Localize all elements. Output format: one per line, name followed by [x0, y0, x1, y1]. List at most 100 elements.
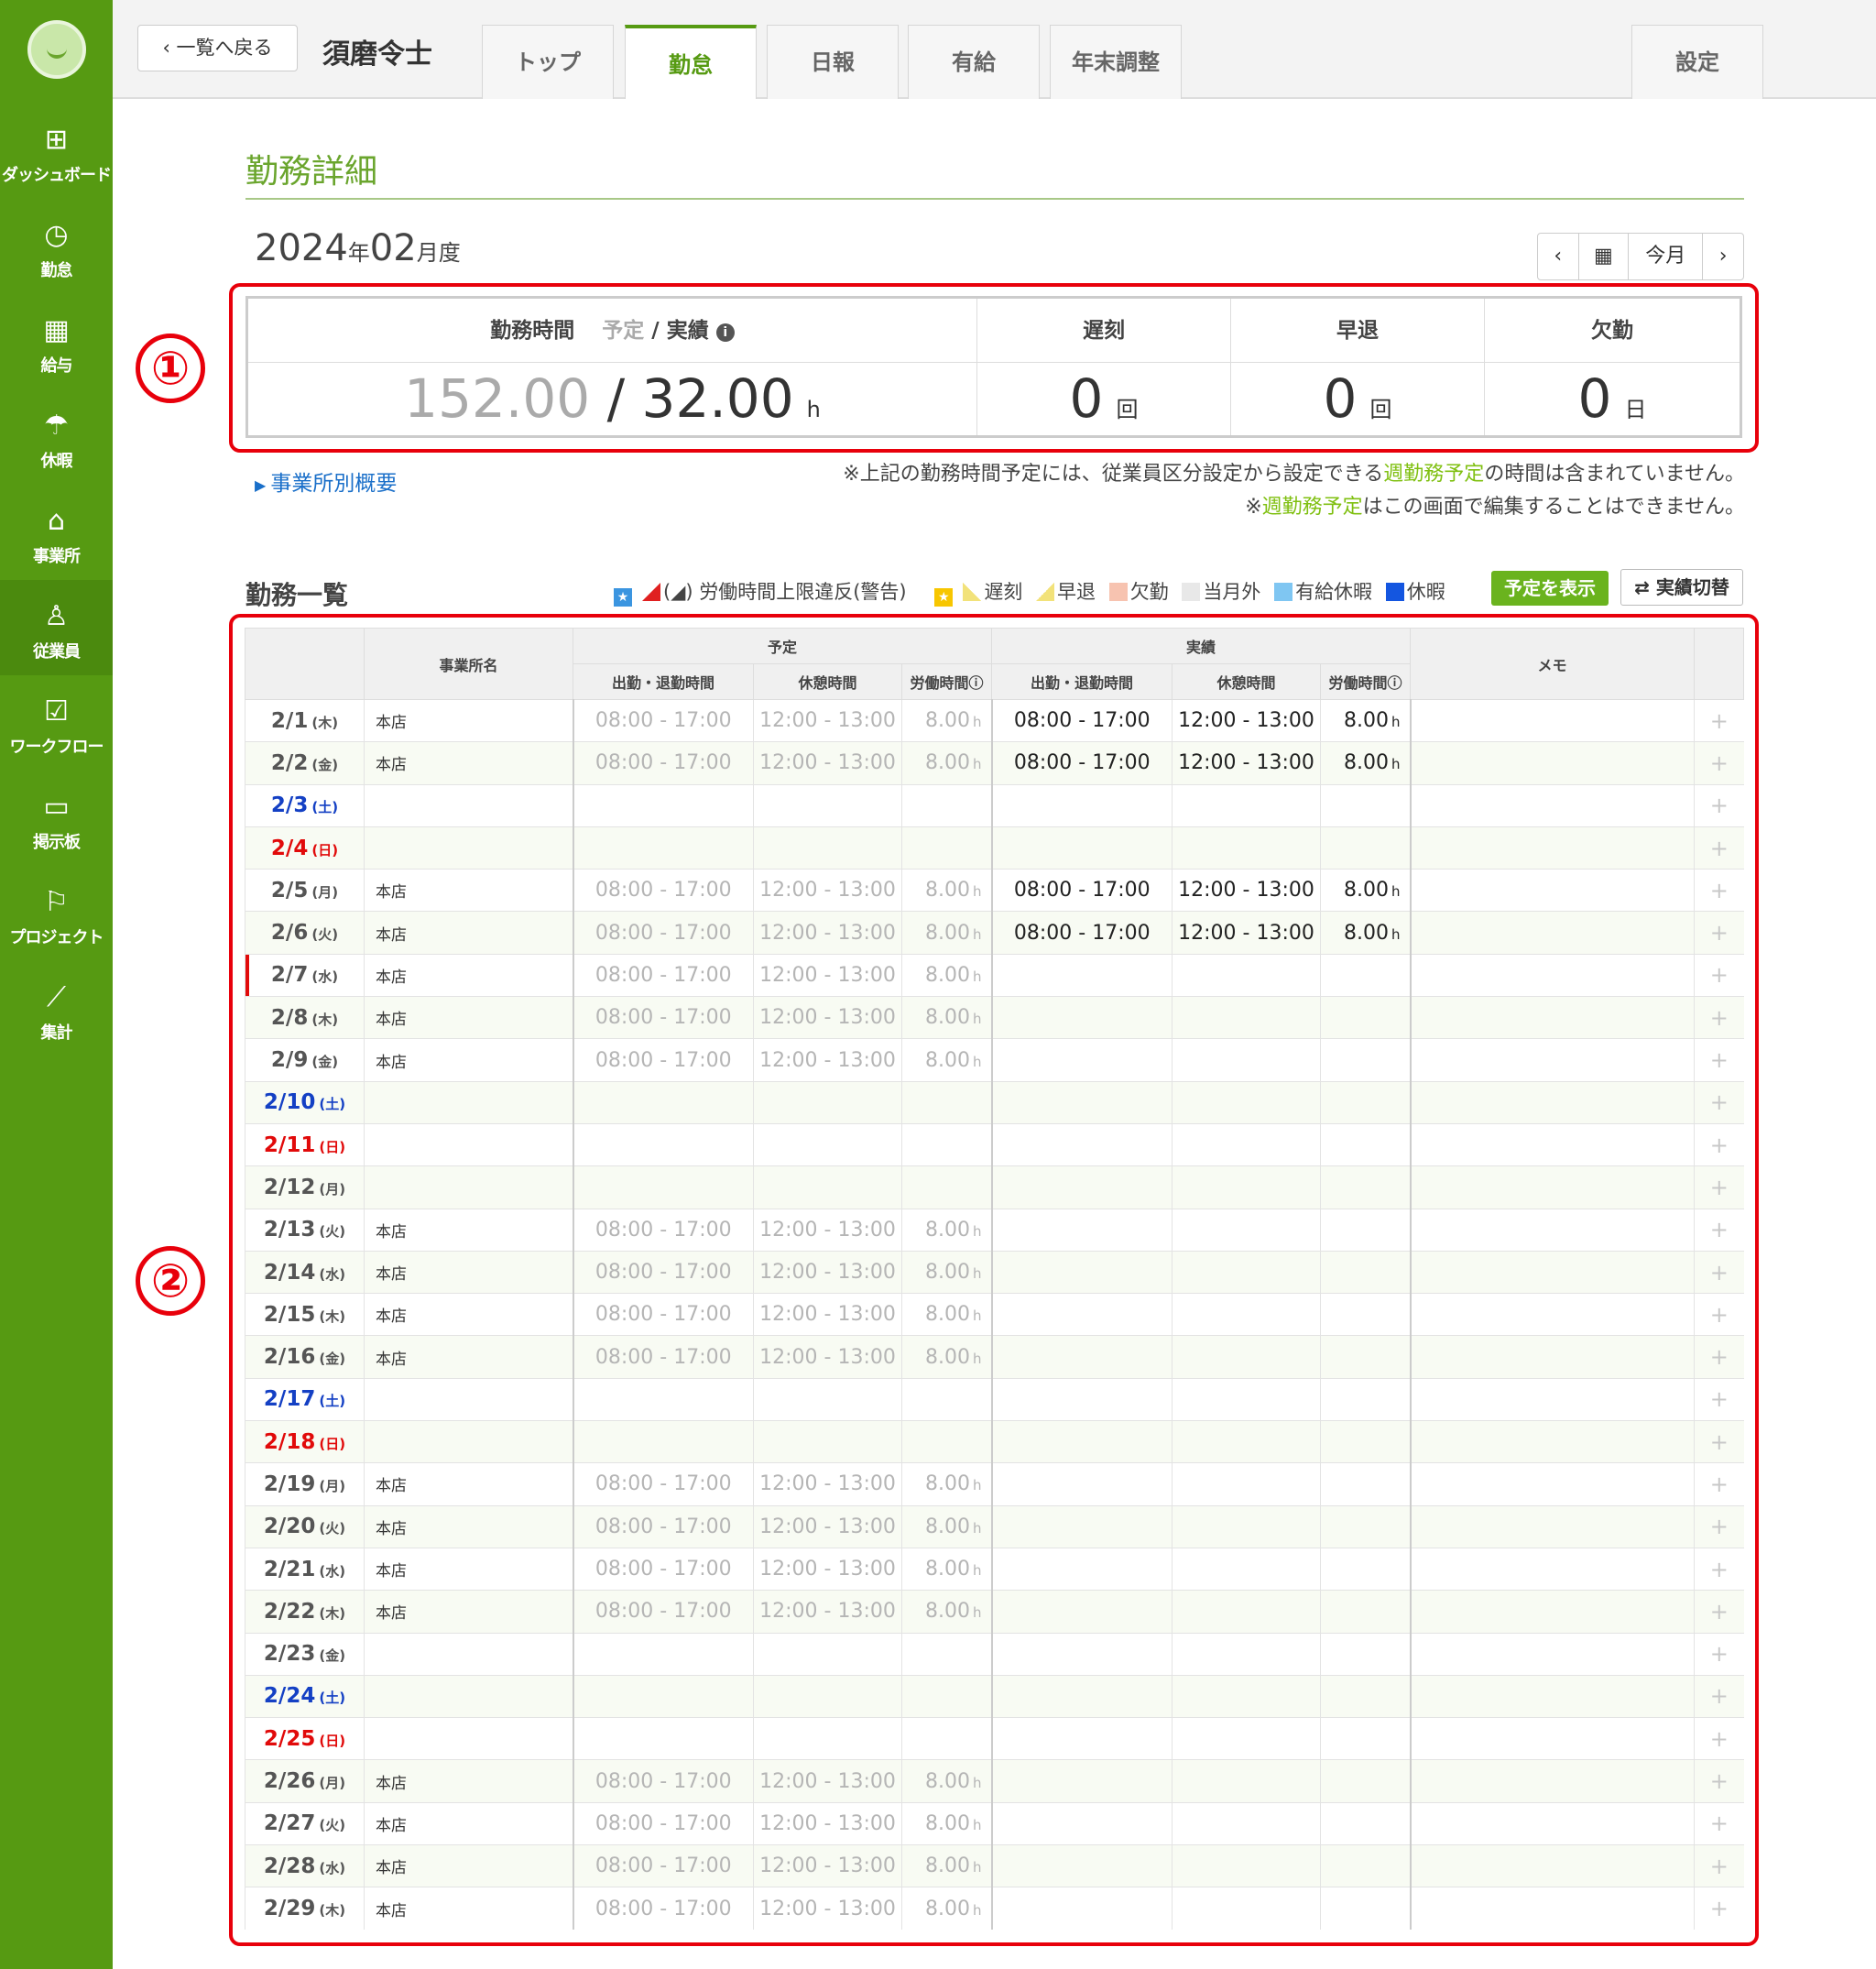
table-row[interactable]: 2/28 (水) 本店 08:00 - 17:00 12:00 - 13:00 8.00 h… — [245, 1844, 1744, 1887]
actual-clock-cell[interactable] — [990, 953, 1172, 997]
memo-cell[interactable] — [1409, 1547, 1695, 1591]
add-row-button[interactable]: + — [1694, 996, 1744, 1039]
sidebar-item-leave[interactable]: ☂ 休暇 — [0, 389, 113, 485]
actual-break-cell[interactable] — [1172, 1674, 1321, 1718]
tab-settings[interactable]: 設定 — [1631, 25, 1763, 99]
table-row[interactable]: 2/18 (日) + — [245, 1420, 1744, 1463]
table-row[interactable]: 2/2 (金) 本店 08:00 - 17:00 12:00 - 13:00 8.00 h 0… — [245, 741, 1744, 785]
memo-cell[interactable] — [1409, 1293, 1695, 1336]
actual-clock-cell[interactable]: 08:00 - 17:00 — [990, 869, 1172, 912]
actual-break-cell[interactable] — [1172, 1122, 1321, 1166]
actual-clock-cell[interactable] — [990, 1208, 1172, 1252]
table-row[interactable]: 2/14 (水) 本店 08:00 - 17:00 12:00 - 13:00 8.00 h… — [245, 1250, 1744, 1294]
actual-break-cell[interactable] — [1172, 1717, 1321, 1760]
actual-break-cell[interactable] — [1172, 1632, 1321, 1676]
table-row[interactable]: 2/21 (水) 本店 08:00 - 17:00 12:00 - 13:00 8.00 h… — [245, 1547, 1744, 1591]
actual-break-cell[interactable] — [1172, 1801, 1321, 1845]
add-row-button[interactable]: + — [1694, 1165, 1744, 1209]
switch-actual-button[interactable]: ⇄ 実績切替 — [1620, 569, 1743, 606]
actual-clock-cell[interactable] — [990, 1420, 1172, 1463]
memo-cell[interactable] — [1409, 953, 1695, 997]
actual-clock-cell[interactable] — [990, 826, 1172, 870]
actual-clock-cell[interactable] — [990, 1122, 1172, 1166]
add-row-button[interactable]: + — [1694, 1547, 1744, 1591]
actual-clock-cell[interactable] — [990, 1335, 1172, 1379]
table-row[interactable]: 2/17 (土) + — [245, 1377, 1744, 1421]
add-row-button[interactable]: + — [1694, 1462, 1744, 1506]
sidebar-item-attendance[interactable]: ◷ 勤怠 — [0, 199, 113, 294]
table-row[interactable]: 2/23 (金) + — [245, 1632, 1744, 1676]
actual-break-cell[interactable] — [1172, 1547, 1321, 1591]
actual-break-cell[interactable] — [1172, 1335, 1321, 1379]
add-row-button[interactable]: + — [1694, 1674, 1744, 1718]
add-row-button[interactable]: + — [1694, 1335, 1744, 1379]
sidebar-item-board[interactable]: ▭ 掲示板 — [0, 771, 113, 866]
add-row-button[interactable]: + — [1694, 1632, 1744, 1676]
actual-break-cell[interactable] — [1172, 1165, 1321, 1209]
add-row-button[interactable]: + — [1694, 1080, 1744, 1124]
actual-break-cell[interactable] — [1172, 1208, 1321, 1252]
actual-break-cell[interactable] — [1172, 1080, 1321, 1124]
tab-daily-report[interactable]: 日報 — [767, 25, 899, 99]
actual-break-cell[interactable] — [1172, 826, 1321, 870]
table-row[interactable]: 2/19 (月) 本店 08:00 - 17:00 12:00 - 13:00 8.00 h… — [245, 1462, 1744, 1506]
memo-cell[interactable] — [1409, 1717, 1695, 1760]
table-row[interactable]: 2/1 (木) 本店 08:00 - 17:00 12:00 - 13:00 8.00 h 0… — [245, 698, 1744, 742]
actual-break-cell[interactable] — [1172, 1887, 1321, 1931]
memo-cell[interactable] — [1409, 1080, 1695, 1124]
memo-cell[interactable] — [1409, 741, 1695, 785]
sidebar-item-office[interactable]: ⌂ 事業所 — [0, 485, 113, 580]
actual-break-cell[interactable]: 12:00 - 13:00 — [1172, 911, 1321, 955]
actual-break-cell[interactable] — [1172, 1759, 1321, 1803]
actual-clock-cell[interactable] — [990, 1462, 1172, 1506]
add-row-button[interactable]: + — [1694, 1250, 1744, 1294]
add-row-button[interactable]: + — [1694, 1122, 1744, 1166]
add-row-button[interactable]: + — [1694, 1590, 1744, 1634]
actual-break-cell[interactable] — [1172, 1844, 1321, 1887]
memo-cell[interactable] — [1409, 1335, 1695, 1379]
office-summary-link[interactable]: ▶ 事業所別概要 — [255, 465, 397, 497]
current-month-button[interactable]: 今月 — [1629, 234, 1704, 279]
actual-clock-cell[interactable] — [990, 1632, 1172, 1676]
actual-clock-cell[interactable] — [990, 1717, 1172, 1760]
actual-clock-cell[interactable]: 08:00 - 17:00 — [990, 911, 1172, 955]
add-row-button[interactable]: + — [1694, 741, 1744, 785]
actual-clock-cell[interactable] — [990, 1801, 1172, 1845]
actual-break-cell[interactable] — [1172, 1377, 1321, 1421]
tab-paid-leave[interactable]: 有給 — [908, 25, 1040, 99]
add-row-button[interactable]: + — [1694, 1759, 1744, 1803]
actual-clock-cell[interactable] — [990, 1080, 1172, 1124]
actual-clock-cell[interactable] — [990, 1293, 1172, 1336]
actual-clock-cell[interactable] — [990, 1759, 1172, 1803]
memo-cell[interactable] — [1409, 1801, 1695, 1845]
add-row-button[interactable]: + — [1694, 1801, 1744, 1845]
actual-break-cell[interactable] — [1172, 996, 1321, 1039]
memo-cell[interactable] — [1409, 826, 1695, 870]
memo-cell[interactable] — [1409, 1377, 1695, 1421]
show-plan-button[interactable]: 予定を表示 — [1491, 571, 1609, 606]
actual-clock-cell[interactable] — [990, 1165, 1172, 1209]
actual-clock-cell[interactable] — [990, 1590, 1172, 1634]
memo-cell[interactable] — [1409, 1122, 1695, 1166]
table-row[interactable]: 2/13 (火) 本店 08:00 - 17:00 12:00 - 13:00 8.00 h… — [245, 1208, 1744, 1252]
actual-clock-cell[interactable] — [990, 1377, 1172, 1421]
memo-cell[interactable] — [1409, 1590, 1695, 1634]
memo-cell[interactable] — [1409, 1165, 1695, 1209]
actual-clock-cell[interactable]: 08:00 - 17:00 — [990, 741, 1172, 785]
sidebar-item-project[interactable]: ⚐ プロジェクト — [0, 866, 113, 961]
sidebar-item-dashboard[interactable]: ⊞ ダッシュボード — [0, 104, 113, 199]
table-row[interactable]: 2/24 (土) + — [245, 1674, 1744, 1718]
table-row[interactable]: 2/11 (日) + — [245, 1122, 1744, 1166]
table-row[interactable]: 2/20 (火) 本店 08:00 - 17:00 12:00 - 13:00 8.00 h… — [245, 1504, 1744, 1548]
actual-clock-cell[interactable] — [990, 1844, 1172, 1887]
add-row-button[interactable]: + — [1694, 783, 1744, 827]
info-icon[interactable]: ⓘ — [969, 674, 984, 692]
actual-break-cell[interactable] — [1172, 1504, 1321, 1548]
actual-break-cell[interactable]: 12:00 - 13:00 — [1172, 741, 1321, 785]
add-row-button[interactable]: + — [1694, 1717, 1744, 1760]
add-row-button[interactable]: + — [1694, 1504, 1744, 1548]
actual-clock-cell[interactable] — [990, 1504, 1172, 1548]
memo-cell[interactable] — [1409, 1674, 1695, 1718]
table-row[interactable]: 2/16 (金) 本店 08:00 - 17:00 12:00 - 13:00 8.00 h… — [245, 1335, 1744, 1379]
table-row[interactable]: 2/22 (木) 本店 08:00 - 17:00 12:00 - 13:00 8.00 h… — [245, 1590, 1744, 1634]
